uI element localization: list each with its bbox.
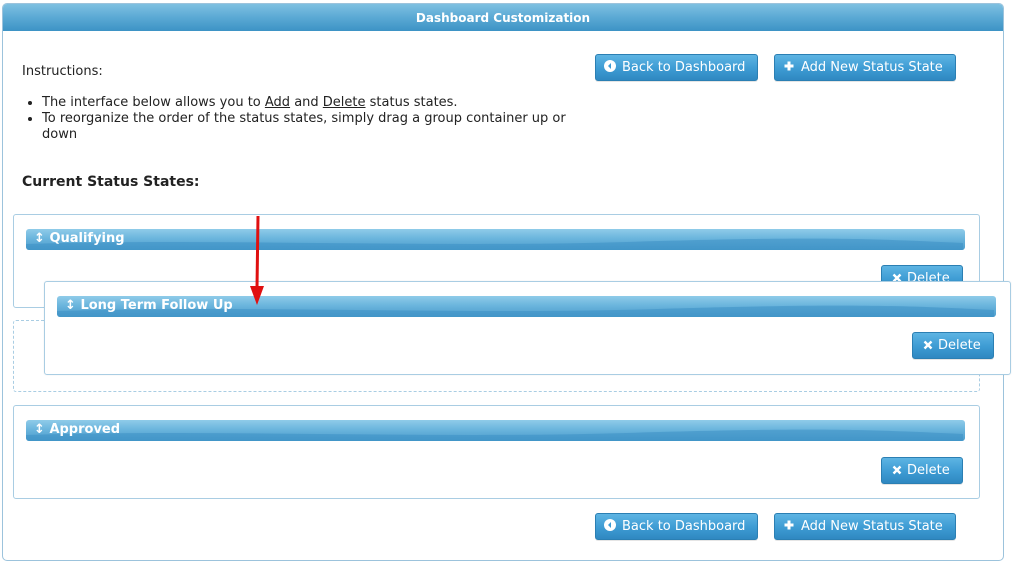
group-drag-bar[interactable]: ↕ Long Term Follow Up xyxy=(57,296,996,317)
instructions-list: The interface below allows you to Add an… xyxy=(26,95,587,143)
bar-wave-decoration xyxy=(26,238,963,250)
red-arrow-annotation-icon xyxy=(250,215,264,305)
back-to-dashboard-label: Back to Dashboard xyxy=(622,60,746,75)
circle-arrow-left-icon xyxy=(604,60,616,72)
plus-icon xyxy=(784,61,794,71)
panel-title: Dashboard Customization xyxy=(3,4,1003,31)
instruction-text: status states. xyxy=(365,95,458,110)
drag-handle-icon: ↕ xyxy=(34,231,45,246)
delete-keyword: Delete xyxy=(322,95,366,110)
group-label-text: Approved xyxy=(49,422,121,437)
add-new-status-state-button[interactable]: Add New Status State xyxy=(774,54,956,81)
status-group-approved[interactable]: ↕ Approved Delete xyxy=(13,405,980,499)
add-keyword: Add xyxy=(264,95,291,110)
circle-arrow-left-icon xyxy=(604,519,616,531)
delete-label: Delete xyxy=(938,338,981,353)
bar-wave-decoration xyxy=(26,429,963,441)
delete-label: Delete xyxy=(907,463,950,478)
current-status-states-title: Current Status States: xyxy=(22,174,200,190)
status-group-long-term-follow-up[interactable]: ↕ Long Term Follow Up Delete xyxy=(44,281,1011,375)
back-to-dashboard-button[interactable]: Back to Dashboard xyxy=(595,54,759,81)
x-icon xyxy=(923,340,933,350)
group-label: ↕ Long Term Follow Up xyxy=(65,296,233,316)
add-new-status-state-label: Add New Status State xyxy=(801,60,943,75)
group-label: ↕ Qualifying xyxy=(34,229,125,249)
group-drag-bar[interactable]: ↕ Qualifying xyxy=(26,229,965,250)
group-drag-bar[interactable]: ↕ Approved xyxy=(26,420,965,441)
delete-button[interactable]: Delete xyxy=(881,457,963,484)
x-icon xyxy=(892,465,902,475)
drag-handle-icon: ↕ xyxy=(65,298,76,313)
instruction-item: To reorganize the order of the status st… xyxy=(42,111,587,143)
group-label-text: Long Term Follow Up xyxy=(80,298,233,313)
plus-icon xyxy=(784,520,794,530)
group-label: ↕ Approved xyxy=(34,420,120,440)
back-to-dashboard-label: Back to Dashboard xyxy=(622,519,746,534)
delete-button[interactable]: Delete xyxy=(912,332,994,359)
instruction-text: The interface below allows you to xyxy=(42,95,265,110)
drag-handle-icon: ↕ xyxy=(34,422,45,437)
add-new-status-state-label: Add New Status State xyxy=(801,519,943,534)
back-to-dashboard-button-bottom[interactable]: Back to Dashboard xyxy=(595,513,759,540)
add-new-status-state-button-bottom[interactable]: Add New Status State xyxy=(774,513,956,540)
instructions-title: Instructions: xyxy=(22,64,103,79)
instruction-text: and xyxy=(290,95,323,110)
group-label-text: Qualifying xyxy=(49,231,125,246)
instruction-item: The interface below allows you to Add an… xyxy=(42,95,587,111)
